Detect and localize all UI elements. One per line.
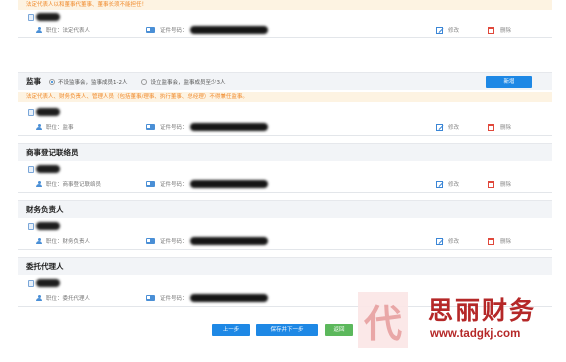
avatar-icon <box>28 165 34 173</box>
redacted-id <box>189 294 268 302</box>
avatar-icon <box>28 279 34 287</box>
redacted-name <box>36 279 60 287</box>
position-meta: 职位： 委托代理人 <box>36 294 90 302</box>
finance-row: 职位： 财务负责人 证件号码： 修改 删除 <box>18 218 552 250</box>
supervisor-options: 不设监事会，监事成员1-2人 设立监事会，监事成员至少3人 <box>49 78 240 86</box>
person-icon <box>36 26 42 34</box>
redacted-id <box>189 237 268 245</box>
id-meta: 证件号码： <box>146 123 268 131</box>
position-meta: 职位： 法定代表人 <box>36 26 90 34</box>
person-name-line <box>28 13 60 21</box>
edit-icon <box>436 26 443 34</box>
save-and-next-button[interactable]: 保存并下一步 <box>256 324 318 336</box>
radio-unchecked-icon <box>141 78 148 85</box>
section-title: 委托代理人 <box>26 262 64 271</box>
liaison-row: 职位： 商事登记联络员 证件号码： 修改 删除 <box>18 161 552 193</box>
supervisor-header: 监事 不设监事会，监事成员1-2人 设立监事会，监事成员至少3人 新增 <box>18 72 552 90</box>
redacted-id <box>189 180 268 188</box>
person-icon <box>36 294 42 302</box>
id-card-icon <box>146 181 155 187</box>
trash-icon <box>488 26 494 34</box>
delete-button[interactable]: 删除 <box>488 26 511 34</box>
avatar-icon <box>28 13 34 21</box>
delete-button[interactable]: 删除 <box>488 237 511 245</box>
watermark-brand-name: 思丽财务 <box>428 296 537 325</box>
id-meta: 证件号码： <box>146 180 268 188</box>
delete-button[interactable]: 删除 <box>488 180 511 188</box>
redacted-name <box>36 165 60 173</box>
avatar-icon <box>28 108 34 116</box>
edit-button[interactable]: 修改 <box>436 26 459 34</box>
redacted-name <box>36 222 60 230</box>
add-supervisor-button[interactable]: 新增 <box>486 76 532 88</box>
id-card-icon <box>146 238 155 244</box>
radio-option-board[interactable]: 设立监事会，监事成员至少3人 <box>141 78 226 86</box>
liaison-header: 商事登记联络员 <box>18 143 552 161</box>
edit-icon <box>436 123 443 131</box>
person-icon <box>36 180 42 188</box>
id-card-icon <box>146 124 155 130</box>
legal-rep-row: 职位： 法定代表人 证件号码： 修改 删除 <box>18 10 552 38</box>
position-meta: 职位： 监事 <box>36 123 74 131</box>
edit-icon <box>436 180 443 188</box>
supervisor-notice: 法定代表人、财务负责人、管理人员（包括董事/理事、执行董事、总经理）不得兼任监事… <box>18 92 552 102</box>
finance-header: 财务负责人 <box>18 200 552 218</box>
id-card-icon <box>146 295 155 301</box>
agent-header: 委托代理人 <box>18 257 552 275</box>
id-meta: 证件号码： <box>146 26 268 34</box>
radio-checked-icon <box>49 78 55 85</box>
person-icon <box>36 237 42 245</box>
redacted-name <box>36 108 60 116</box>
section-title: 监事 <box>26 77 41 86</box>
redacted-name <box>36 13 60 21</box>
position-meta: 职位： 商事登记联络员 <box>36 180 101 188</box>
id-card-icon <box>146 27 155 33</box>
person-name-line <box>28 165 60 173</box>
avatar-icon <box>28 222 34 230</box>
trash-icon <box>488 123 494 131</box>
redacted-id <box>189 123 268 131</box>
section-title: 商事登记联络员 <box>26 148 79 157</box>
edit-button[interactable]: 修改 <box>436 237 459 245</box>
prev-step-button[interactable]: 上一步 <box>212 324 250 336</box>
person-icon <box>36 123 42 131</box>
position-meta: 职位： 财务负责人 <box>36 237 90 245</box>
back-button[interactable]: 返回 <box>325 324 353 336</box>
section-title: 财务负责人 <box>26 205 64 214</box>
top-notice: 法定代表人以和董事代董事、董事长须不能担任！ <box>18 0 552 10</box>
watermark-url: www.tadgkj.com <box>430 328 521 340</box>
id-meta: 证件号码： <box>146 237 268 245</box>
trash-icon <box>488 180 494 188</box>
delete-button[interactable]: 删除 <box>488 123 511 131</box>
edit-button[interactable]: 修改 <box>436 180 459 188</box>
edit-icon <box>436 237 443 245</box>
radio-option-no-board[interactable]: 不设监事会，监事成员1-2人 <box>49 78 127 86</box>
trash-icon <box>488 237 494 245</box>
person-name-line <box>28 108 60 116</box>
watermark-seal-logo: 代 <box>358 292 408 348</box>
id-meta: 证件号码： <box>146 294 268 302</box>
person-name-line <box>28 279 60 287</box>
supervisor-row: 职位： 监事 证件号码： 修改 删除 <box>18 104 552 136</box>
redacted-id <box>189 26 268 34</box>
edit-button[interactable]: 修改 <box>436 123 459 131</box>
person-name-line <box>28 222 60 230</box>
